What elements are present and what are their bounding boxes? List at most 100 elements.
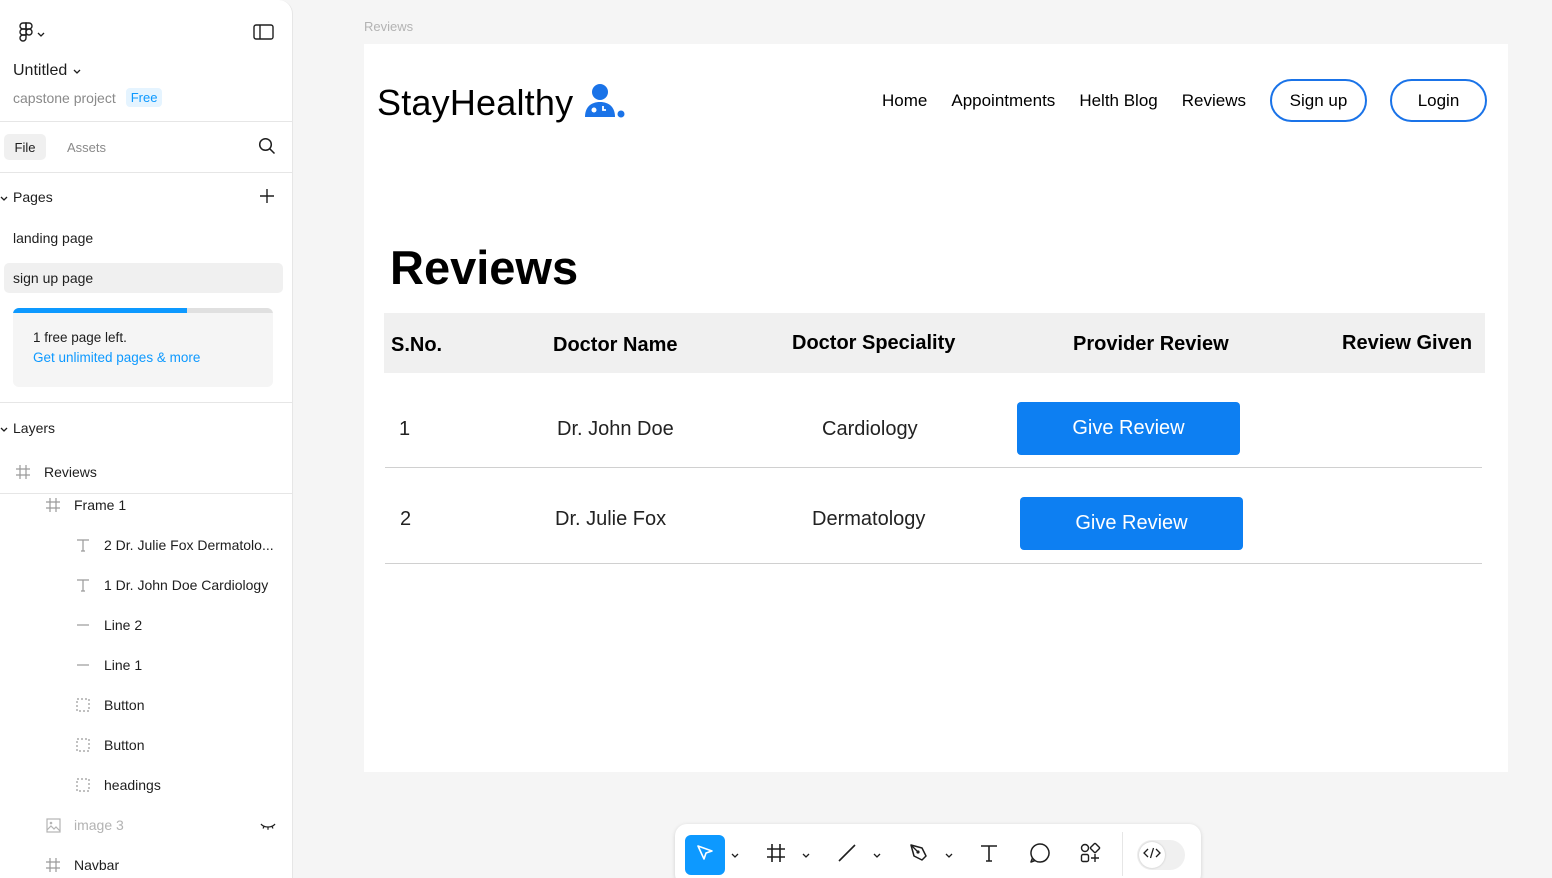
layer-line-1[interactable]: Line 1 — [74, 656, 142, 674]
upgrade-card: 1 free page left. Get unlimited pages & … — [13, 308, 273, 387]
login-button[interactable]: Login — [1390, 79, 1487, 122]
cell-doctor-name: Dr. John Doe — [557, 418, 674, 440]
add-page-button[interactable] — [258, 188, 276, 206]
pen-tool-menu[interactable] — [944, 848, 954, 862]
nav-link-appointments[interactable]: Appointments — [951, 91, 1055, 111]
tab-file[interactable]: File — [4, 134, 46, 160]
main-menu-button[interactable] — [12, 21, 52, 44]
tab-assets[interactable]: Assets — [67, 140, 106, 155]
frame-label[interactable]: Reviews — [364, 19, 413, 34]
frame-icon — [44, 856, 62, 874]
component-dashed-icon — [74, 696, 92, 714]
project-name[interactable]: capstone project — [13, 90, 116, 106]
chevron-down-icon — [731, 846, 739, 864]
column-header-provider-review: Provider Review — [1073, 333, 1229, 355]
pen-tool-icon — [908, 842, 930, 869]
site-brand[interactable]: StayHealthy — [377, 82, 627, 124]
sidebar-panel-icon — [252, 23, 274, 43]
pages-header[interactable]: Pages — [0, 189, 53, 205]
search-button[interactable] — [256, 136, 278, 158]
row-divider — [385, 563, 1482, 564]
layer-label: Button — [104, 697, 145, 713]
page-item-landing[interactable]: landing page — [13, 230, 93, 246]
move-tool-menu[interactable] — [730, 848, 740, 862]
layer-navbar[interactable]: Navbar — [44, 856, 119, 874]
page-item-sign-up[interactable]: sign up page — [13, 270, 93, 286]
layer-label: image 3 — [74, 817, 124, 833]
give-review-button[interactable]: Give Review — [1017, 402, 1240, 455]
layer-label: Frame 1 — [74, 497, 127, 513]
row-divider — [385, 467, 1482, 468]
cell-speciality: Cardiology — [822, 418, 918, 440]
dev-mode-knob — [1139, 842, 1165, 868]
layer-button-1[interactable]: Button — [74, 696, 144, 714]
actions-icon — [1079, 842, 1101, 869]
bottom-toolbar — [675, 824, 1201, 878]
cell-doctor-name: Dr. Julie Fox — [555, 508, 667, 530]
nav-link-home[interactable]: Home — [882, 91, 927, 111]
frame-tool-menu[interactable] — [801, 848, 811, 862]
move-tool-button[interactable] — [685, 835, 725, 875]
left-panel: Untitled capstone project Free File Asse… — [0, 0, 293, 878]
chevron-down-icon — [73, 62, 81, 80]
layer-text-row-1[interactable]: 1 Dr. John Doe Cardiology — [74, 576, 268, 594]
pen-tool-button[interactable] — [899, 835, 939, 875]
site-navbar: Home Appointments Helth Blog Reviews Sig… — [882, 79, 1487, 122]
actions-button[interactable] — [1070, 835, 1110, 875]
dev-mode-toggle[interactable] — [1137, 840, 1185, 870]
plus-icon — [260, 188, 274, 206]
text-icon — [74, 536, 92, 554]
doctor-logo-icon — [583, 83, 627, 124]
project-line: capstone project Free — [13, 88, 163, 107]
chevron-down-icon — [873, 846, 881, 864]
layer-line-2[interactable]: Line 2 — [74, 616, 142, 634]
divider — [0, 172, 292, 173]
layer-reviews[interactable]: Reviews — [14, 463, 97, 481]
layer-text-row-2[interactable]: 2 Dr. Julie Fox Dermatolo... — [74, 536, 274, 554]
frame-tool-button[interactable] — [756, 835, 796, 875]
frame-icon — [44, 496, 62, 514]
text-tool-button[interactable] — [969, 835, 1009, 875]
layer-label: Navbar — [74, 857, 120, 873]
layer-label: headings — [104, 777, 161, 793]
file-name-button[interactable]: Untitled — [13, 62, 81, 80]
upgrade-text: 1 free page left. — [33, 330, 127, 345]
layer-headings[interactable]: headings — [74, 776, 161, 794]
sign-up-button[interactable]: Sign up — [1270, 79, 1367, 122]
layer-label: Button — [104, 737, 145, 753]
line-icon — [74, 616, 92, 634]
layers-header[interactable]: Layers — [0, 420, 55, 436]
chevron-down-icon — [802, 846, 810, 864]
reviews-frame[interactable]: StayHealthy Home Appointments Helth Blog… — [364, 44, 1508, 772]
chevron-down-icon — [37, 25, 45, 41]
layer-frame-1[interactable]: Frame 1 — [44, 496, 126, 514]
table-header: S.No. Doctor Name Doctor Speciality Prov… — [384, 313, 1485, 373]
layer-button-2[interactable]: Button — [74, 736, 144, 754]
eye-closed-icon — [260, 818, 276, 834]
line-icon — [74, 656, 92, 674]
comment-tool-button[interactable] — [1020, 835, 1060, 875]
move-icon — [695, 843, 715, 868]
brand-name: StayHealthy — [377, 82, 574, 123]
text-tool-icon — [979, 843, 999, 868]
comment-icon — [1029, 842, 1051, 869]
give-review-button[interactable]: Give Review — [1020, 497, 1243, 550]
chevron-down-icon — [945, 846, 953, 864]
layer-label: Line 1 — [104, 657, 143, 673]
cell-speciality: Dermatology — [812, 508, 926, 530]
page-limit-progress-fill — [13, 308, 188, 313]
upgrade-link[interactable]: Get unlimited pages & more — [33, 350, 200, 365]
line-tool-menu[interactable] — [872, 848, 882, 862]
column-header-review-given: Review Given — [1342, 332, 1473, 354]
nav-link-reviews[interactable]: Reviews — [1182, 91, 1246, 111]
toggle-sidebar-button[interactable] — [251, 22, 275, 44]
nav-link-blog[interactable]: Helth Blog — [1079, 91, 1157, 111]
layer-image-3[interactable]: image 3 — [44, 816, 124, 834]
line-tool-button[interactable] — [827, 835, 867, 875]
chevron-down-icon — [0, 420, 8, 436]
cell-sno: 1 — [399, 418, 411, 440]
toggle-visibility-button[interactable] — [258, 819, 278, 833]
plan-badge[interactable]: Free — [125, 88, 163, 107]
component-dashed-icon — [74, 776, 92, 794]
layer-label: Reviews — [44, 464, 97, 480]
